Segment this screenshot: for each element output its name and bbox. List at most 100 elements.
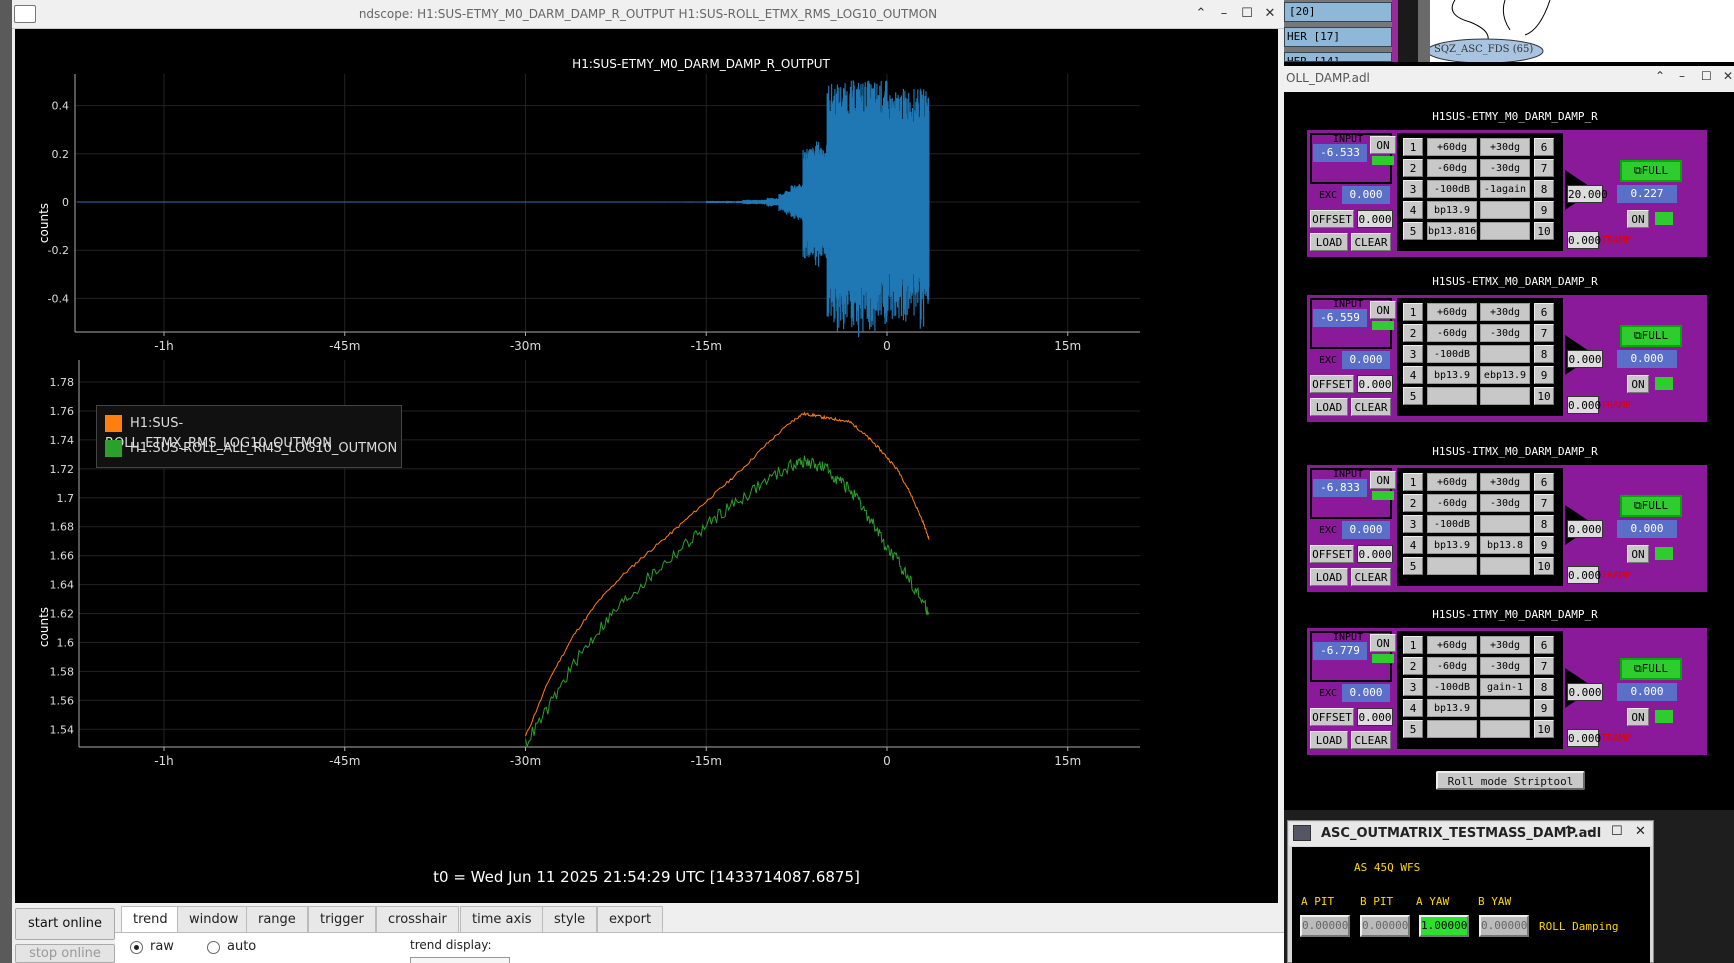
filter-number[interactable]: 3 <box>1403 678 1423 696</box>
filter-button[interactable]: -30dg <box>1480 324 1530 342</box>
filter-button[interactable]: ebp13.9 <box>1480 366 1530 384</box>
filter-number[interactable]: 5 <box>1403 222 1423 240</box>
filter-number[interactable]: 9 <box>1534 536 1554 554</box>
filter-button[interactable] <box>1427 387 1477 405</box>
minimize-icon[interactable]: – <box>1679 69 1685 83</box>
maximize-icon[interactable]: ☐ <box>1611 824 1623 839</box>
tramp-value[interactable]: 0.000 <box>1567 396 1601 414</box>
filter-number[interactable]: 2 <box>1403 159 1423 177</box>
output-on-button[interactable]: ON <box>1627 708 1649 726</box>
filter-button[interactable] <box>1480 387 1530 405</box>
filter-button[interactable]: +30dg <box>1480 138 1530 156</box>
tab-range[interactable]: range <box>246 906 308 933</box>
filter-button[interactable]: -100dB <box>1427 345 1477 363</box>
filter-number[interactable]: 5 <box>1403 720 1423 738</box>
tab-trigger[interactable]: trigger <box>308 906 376 933</box>
minimize-icon[interactable]: – <box>1216 5 1232 23</box>
offset-value[interactable]: 0.000 <box>1357 375 1393 393</box>
offset-value[interactable]: 0.000 <box>1357 210 1393 228</box>
filter-button[interactable]: -30dg <box>1480 657 1530 675</box>
filter-number[interactable]: 7 <box>1534 494 1554 512</box>
filter-number[interactable]: 7 <box>1534 159 1554 177</box>
collapse-icon[interactable]: ⌃ <box>1563 824 1574 839</box>
full-button[interactable]: ⧉FULL <box>1620 160 1682 182</box>
plot2-legend[interactable]: H1:SUS-ROLL_ETMX_RMS_LOG10_OUTMON H1:SUS… <box>96 405 402 468</box>
tab-export[interactable]: export <box>597 906 664 933</box>
trend-display-select[interactable] <box>410 957 510 963</box>
gain-value[interactable]: 0.000 <box>1567 350 1603 368</box>
matrix-cell-a-pit[interactable]: 0.00000 <box>1300 915 1350 937</box>
tramp-value[interactable]: 0.000 <box>1567 729 1601 747</box>
guardian-item[interactable]: [20] <box>1284 2 1392 22</box>
filter-button[interactable]: -100dB <box>1427 678 1477 696</box>
filter-number[interactable]: 3 <box>1403 515 1423 533</box>
start-online-button[interactable]: start online <box>15 908 115 940</box>
filter-button[interactable] <box>1427 557 1477 575</box>
filter-number[interactable]: 10 <box>1534 387 1554 405</box>
filter-button[interactable]: -60dg <box>1427 657 1477 675</box>
matrix-cell-b-pit[interactable]: 0.00000 <box>1360 915 1410 937</box>
filter-button[interactable]: bp13.9 <box>1427 699 1477 717</box>
raw-radio[interactable] <box>130 941 143 954</box>
filter-number[interactable]: 5 <box>1403 557 1423 575</box>
filter-button[interactable] <box>1480 720 1530 738</box>
input-on-button[interactable]: ON <box>1370 136 1396 154</box>
filter-number[interactable]: 5 <box>1403 387 1423 405</box>
tab-time-axis[interactable]: time axis <box>460 906 544 933</box>
collapse-icon[interactable]: ⌃ <box>1193 5 1209 23</box>
filter-number[interactable]: 8 <box>1534 678 1554 696</box>
matrix-cell-a-yaw[interactable]: 1.00000 <box>1419 915 1469 937</box>
offset-value[interactable]: 0.000 <box>1357 708 1393 726</box>
filter-number[interactable]: 4 <box>1403 536 1423 554</box>
clear-button[interactable]: CLEAR <box>1351 731 1391 749</box>
filter-number[interactable]: 4 <box>1403 201 1423 219</box>
tramp-value[interactable]: 0.000 <box>1567 231 1601 249</box>
gain-value[interactable]: 20.000 <box>1567 185 1608 203</box>
close-icon[interactable]: ✕ <box>1635 824 1646 839</box>
filter-number[interactable]: 10 <box>1534 557 1554 575</box>
app-icon[interactable] <box>1293 825 1311 841</box>
filter-number[interactable]: 6 <box>1534 303 1554 321</box>
auto-radio[interactable] <box>207 941 220 954</box>
filter-button[interactable]: +30dg <box>1480 473 1530 491</box>
asc-title-bar[interactable]: ASC_OUTMATRIX_TESTMASS_DAMP.adl ⌃ – ☐ ✕ <box>1289 822 1652 846</box>
filter-button[interactable]: -100dB <box>1427 180 1477 198</box>
filter-number[interactable]: 9 <box>1534 699 1554 717</box>
output-on-button[interactable]: ON <box>1627 375 1649 393</box>
filter-button[interactable]: bp13.9 <box>1427 201 1477 219</box>
filter-number[interactable]: 7 <box>1534 657 1554 675</box>
filter-button[interactable] <box>1480 222 1530 240</box>
matrix-cell-b-yaw[interactable]: 0.00000 <box>1479 915 1529 937</box>
filter-button[interactable]: +60dg <box>1427 303 1477 321</box>
filter-number[interactable]: 1 <box>1403 138 1423 156</box>
load-button[interactable]: LOAD <box>1310 568 1348 586</box>
maximize-icon[interactable]: ☐ <box>1239 5 1255 23</box>
full-button[interactable]: ⧉FULL <box>1620 658 1682 680</box>
load-button[interactable]: LOAD <box>1310 233 1348 251</box>
filter-button[interactable]: -60dg <box>1427 324 1477 342</box>
filter-button[interactable]: +60dg <box>1427 636 1477 654</box>
filter-button[interactable]: -60dg <box>1427 159 1477 177</box>
legend-item-etmx[interactable]: H1:SUS-ROLL_ETMX_RMS_LOG10_OUTMON <box>105 414 401 451</box>
medm-title-bar[interactable]: OLL_DAMP.adl ⌃ – ☐ ✕ <box>1284 66 1734 92</box>
filter-button[interactable]: -100dB <box>1427 515 1477 533</box>
filter-button[interactable]: +60dg <box>1427 138 1477 156</box>
filter-button[interactable]: bp13.8 <box>1480 536 1530 554</box>
filter-number[interactable]: 8 <box>1534 180 1554 198</box>
filter-button[interactable] <box>1480 557 1530 575</box>
filter-number[interactable]: 8 <box>1534 515 1554 533</box>
graph-node-label[interactable]: SQZ_ASC_FDS (65) <box>1434 44 1533 55</box>
gain-value[interactable]: 0.000 <box>1567 520 1603 538</box>
filter-button[interactable]: +30dg <box>1480 303 1530 321</box>
load-button[interactable]: LOAD <box>1310 398 1348 416</box>
offset-button[interactable]: OFFSET <box>1310 210 1354 228</box>
clear-button[interactable]: CLEAR <box>1351 568 1391 586</box>
collapse-icon[interactable]: ⌃ <box>1655 69 1665 83</box>
roll-striptool-button[interactable]: Roll mode Striptool <box>1436 771 1585 790</box>
offset-button[interactable]: OFFSET <box>1310 375 1354 393</box>
guardian-item[interactable]: HER [17] <box>1284 27 1392 47</box>
filter-button[interactable]: -30dg <box>1480 159 1530 177</box>
filter-button[interactable] <box>1480 515 1530 533</box>
tab-style[interactable]: style <box>542 906 598 933</box>
filter-number[interactable]: 4 <box>1403 699 1423 717</box>
